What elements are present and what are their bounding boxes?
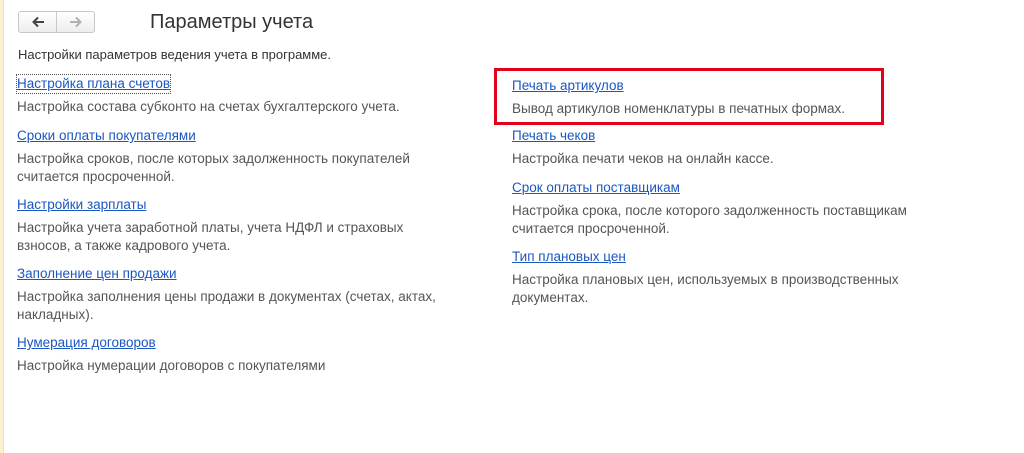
contract-numbering-link[interactable]: Нумерация договоров (17, 334, 156, 352)
navigation-buttons (18, 11, 95, 33)
arrow-left-icon (31, 16, 45, 28)
settings-item-chart-of-accounts: Настройка плана счетов Настройка состава… (15, 74, 457, 116)
contract-numbering-description: Настройка нумерации договоров с покупате… (17, 358, 326, 373)
settings-item-print-articles: Печать артикулов Вывод артикулов номенкл… (512, 77, 952, 118)
left-panel-edge (0, 0, 4, 453)
customer-payment-terms-description: Настройка сроков, после которых задолжен… (17, 151, 410, 184)
settings-item-supplier-payment-term: Срок оплаты поставщикам Настройка срока,… (512, 179, 962, 238)
settings-item-planned-price-type: Тип плановых цен Настройка плановых цен,… (512, 248, 962, 307)
settings-page: Параметры учета Настройки параметров вед… (0, 0, 1024, 453)
settings-item-customer-payment-terms: Сроки оплаты покупателями Настройка срок… (17, 127, 447, 186)
sale-prices-description: Настройка заполнения цены продажи в доку… (17, 289, 436, 322)
payroll-settings-description: Настройка учета заработной платы, учета … (17, 220, 404, 253)
settings-item-contract-numbering: Нумерация договоров Настройка нумерации … (17, 334, 457, 375)
print-receipts-link[interactable]: Печать чеков (512, 127, 595, 145)
payroll-settings-link[interactable]: Настройки зарплаты (17, 196, 146, 214)
supplier-payment-term-link[interactable]: Срок оплаты поставщикам (512, 179, 680, 197)
page-subtitle: Настройки параметров ведения учета в про… (18, 47, 332, 62)
customer-payment-terms-link[interactable]: Сроки оплаты покупателями (17, 127, 196, 145)
print-articles-link[interactable]: Печать артикулов (512, 77, 624, 95)
page-title: Параметры учета (150, 11, 314, 33)
settings-item-print-receipts: Печать чеков Настройка печати чеков на о… (512, 127, 952, 168)
supplier-payment-term-description: Настройка срока, после которого задолжен… (512, 203, 907, 236)
settings-item-sale-prices: Заполнение цен продажи Настройка заполне… (17, 265, 447, 324)
settings-item-payroll: Настройки зарплаты Настройка учета зараб… (17, 196, 447, 255)
planned-price-type-link[interactable]: Тип плановых цен (512, 248, 626, 266)
arrow-right-icon (69, 16, 83, 28)
planned-price-type-description: Настройка плановых цен, используемых в п… (512, 272, 899, 305)
chart-of-accounts-link[interactable]: Настройка плана счетов (15, 74, 172, 94)
back-button[interactable] (19, 12, 56, 32)
print-articles-description: Вывод артикулов номенклатуры в печатных … (512, 101, 846, 116)
chart-of-accounts-description: Настройка состава субконто на счетах бух… (17, 99, 400, 114)
forward-button[interactable] (56, 12, 94, 32)
sale-prices-link[interactable]: Заполнение цен продажи (17, 265, 177, 283)
print-receipts-description: Настройка печати чеков на онлайн кассе. (512, 151, 774, 166)
